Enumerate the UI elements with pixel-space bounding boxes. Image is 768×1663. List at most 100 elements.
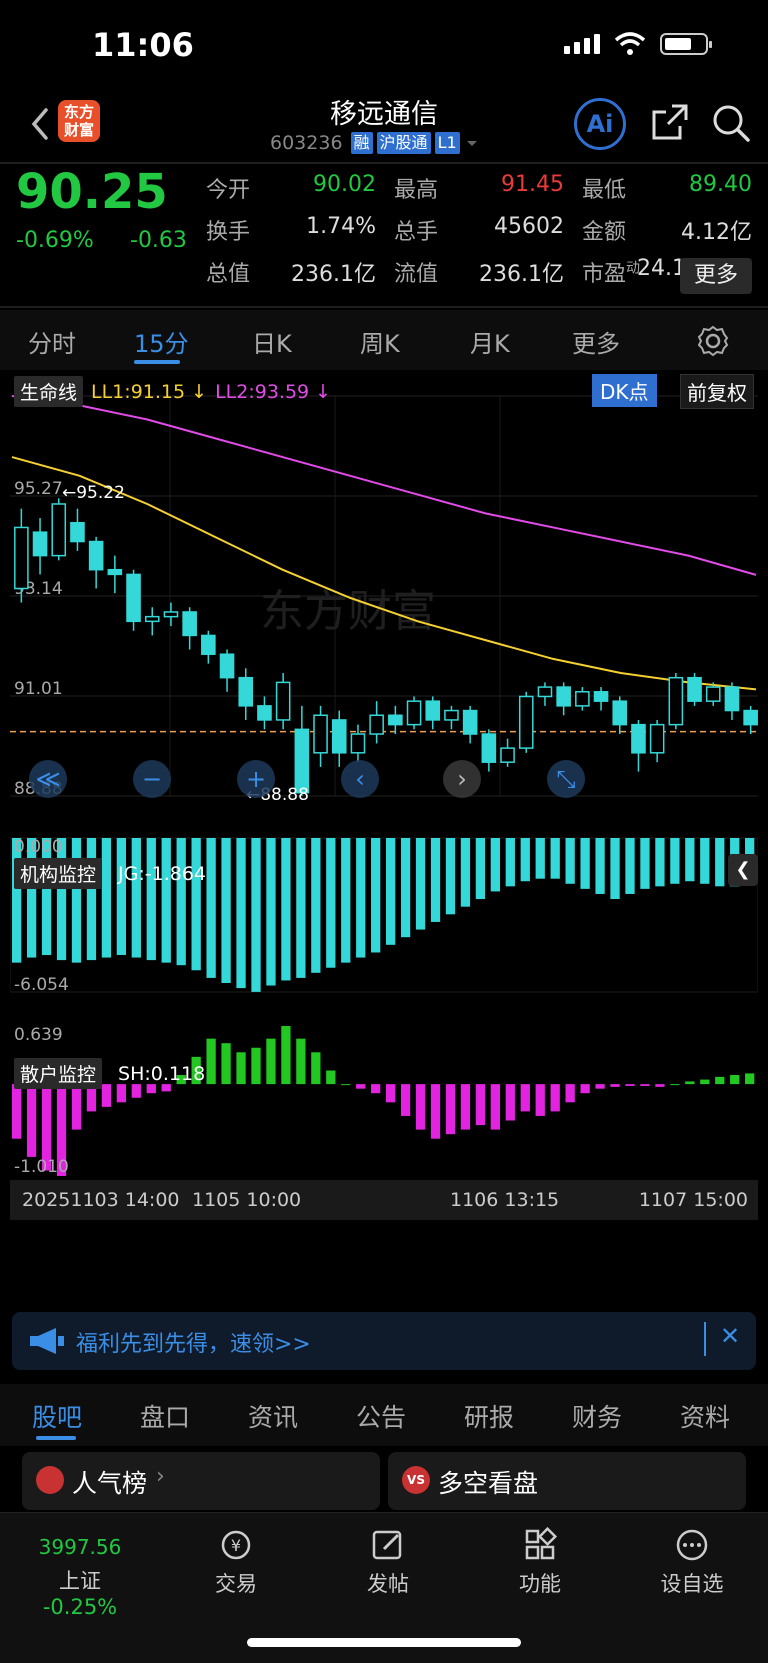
sh-value: SH:0.118: [118, 1062, 206, 1085]
promo-banner[interactable]: 福利先到先得，速领>> ✕: [12, 1312, 756, 1370]
tab-3[interactable]: 周K: [360, 324, 400, 359]
candle-body: [182, 611, 197, 637]
tab-5[interactable]: 更多: [572, 324, 620, 359]
candle-body: [369, 714, 384, 735]
tag-margin: 融: [350, 132, 373, 154]
tabbar-watchlist[interactable]: 设自选: [642, 1527, 742, 1598]
tab-2[interactable]: 日K: [252, 324, 292, 359]
svg-text:¥: ¥: [231, 1536, 241, 1555]
last-price: 90.25: [16, 164, 168, 220]
scroll-right-icon-glyph: ›: [457, 765, 467, 793]
signal-icon: [564, 34, 600, 54]
chart-area[interactable]: 东方财富97.4095.2793.1491.0188.88←95.22←88.8…: [9, 376, 759, 1406]
jg-bar: [146, 838, 156, 961]
sh-bar: [326, 1070, 336, 1085]
index-widget[interactable]: 3997.56 上证 -0.25%: [20, 1535, 140, 1619]
zoom-in-icon-glyph: +: [246, 765, 266, 793]
sh-bar: [266, 1038, 276, 1085]
quote-value: 1.74%: [306, 214, 376, 239]
jg-bar: [296, 838, 306, 978]
candle-body: [14, 526, 29, 590]
jg-bar: [236, 838, 246, 989]
sh-select[interactable]: 散户监控: [14, 1058, 103, 1089]
indicator-select[interactable]: 生命线: [14, 376, 84, 407]
jg-bar: [565, 838, 575, 884]
sh-bar: [281, 1026, 291, 1085]
y-tick-label: 91.01: [14, 679, 63, 699]
tab-4[interactable]: 月K: [470, 324, 510, 359]
candle-body: [631, 723, 646, 754]
quote-value: 89.40: [689, 172, 752, 197]
stock-subtitle[interactable]: 603236 融 沪股通 L1: [270, 132, 480, 154]
quote-value: 91.45: [501, 172, 564, 197]
jg-bar: [655, 838, 665, 887]
info-tab-4[interactable]: 研报: [464, 1398, 514, 1434]
sh-bar: [625, 1084, 635, 1086]
tab-1[interactable]: 15分: [134, 324, 189, 359]
quote-value: 236.1亿: [479, 262, 564, 287]
quote-value: 4.12亿: [681, 220, 752, 245]
jg-select[interactable]: 机构监控: [14, 858, 103, 889]
index-value: 3997.56: [38, 1535, 122, 1559]
sh-bar: [745, 1073, 755, 1085]
more-button[interactable]: 更多: [680, 258, 752, 294]
info-tab-6[interactable]: 资料: [680, 1398, 730, 1434]
jg-bar: [460, 838, 471, 907]
info-tab-5[interactable]: 财务: [572, 1398, 622, 1434]
quote-value: 45602: [494, 214, 564, 239]
kline-chart[interactable]: 东方财富97.4095.2793.1491.0188.88←95.22←88.8…: [9, 376, 759, 1306]
close-icon[interactable]: ✕: [720, 1322, 740, 1350]
info-tab-1[interactable]: 盘口: [140, 1398, 190, 1434]
tabbar-functions[interactable]: 功能: [490, 1526, 590, 1598]
candle-body: [88, 540, 104, 571]
share-icon[interactable]: [650, 102, 690, 142]
collapse-icon[interactable]: ❮: [728, 854, 758, 886]
dk-point-button[interactable]: DK点: [592, 374, 657, 407]
quote-value: 236.1亿: [291, 262, 376, 287]
sh-tick-top: 0.639: [14, 1025, 63, 1045]
status-icons: [564, 32, 712, 56]
settings-icon[interactable]: [696, 324, 730, 358]
candle-body: [462, 709, 478, 735]
jg-bar: [311, 838, 321, 973]
jg-bar: [550, 838, 560, 879]
adjust-button[interactable]: 前复权: [680, 374, 754, 409]
candle-body: [32, 531, 48, 557]
tabbar-post[interactable]: 发帖: [338, 1527, 438, 1598]
chevron-right-icon: ›: [156, 1464, 165, 1489]
info-tab-2[interactable]: 资讯: [248, 1398, 298, 1434]
search-icon[interactable]: [710, 102, 752, 144]
quote-label: 换手: [206, 220, 251, 245]
bull-bear-card[interactable]: VS 多空看盘: [388, 1452, 746, 1510]
jg-bar: [266, 838, 276, 986]
watermark: 东方财富: [260, 586, 436, 637]
candle-body: [70, 522, 85, 543]
ai-icon[interactable]: Ai: [574, 98, 626, 150]
jg-bar: [580, 838, 590, 889]
popularity-card[interactable]: 人气榜 ›: [22, 1452, 380, 1510]
candle-body: [612, 700, 628, 726]
dropdown-icon: [466, 141, 477, 146]
info-tab-3[interactable]: 公告: [356, 1398, 406, 1434]
tabbar-trade[interactable]: ¥ 交易: [186, 1527, 286, 1598]
sh-bar: [221, 1043, 231, 1085]
candle-body: [518, 695, 534, 749]
tab-0[interactable]: 分时: [28, 324, 76, 359]
sh-bar: [430, 1084, 441, 1139]
sh-bar: [415, 1084, 426, 1130]
candle-body: [313, 714, 328, 754]
battery-icon: [660, 33, 712, 55]
candle-body: [107, 568, 123, 576]
jg-bar: [131, 838, 141, 958]
sh-bar: [386, 1084, 396, 1103]
jg-tick-bottom: -6.054: [14, 975, 69, 995]
candle-body: [444, 709, 459, 721]
candle-body: [556, 686, 571, 707]
jg-bar: [221, 838, 231, 983]
index-pct: -0.25%: [42, 1595, 118, 1619]
jg-bar: [386, 838, 396, 945]
jg-bar: [71, 838, 82, 963]
x-tick-label: 1106 13:15: [450, 1189, 559, 1211]
info-tab-0[interactable]: 股吧: [32, 1398, 82, 1434]
sh-bar: [26, 1084, 37, 1157]
